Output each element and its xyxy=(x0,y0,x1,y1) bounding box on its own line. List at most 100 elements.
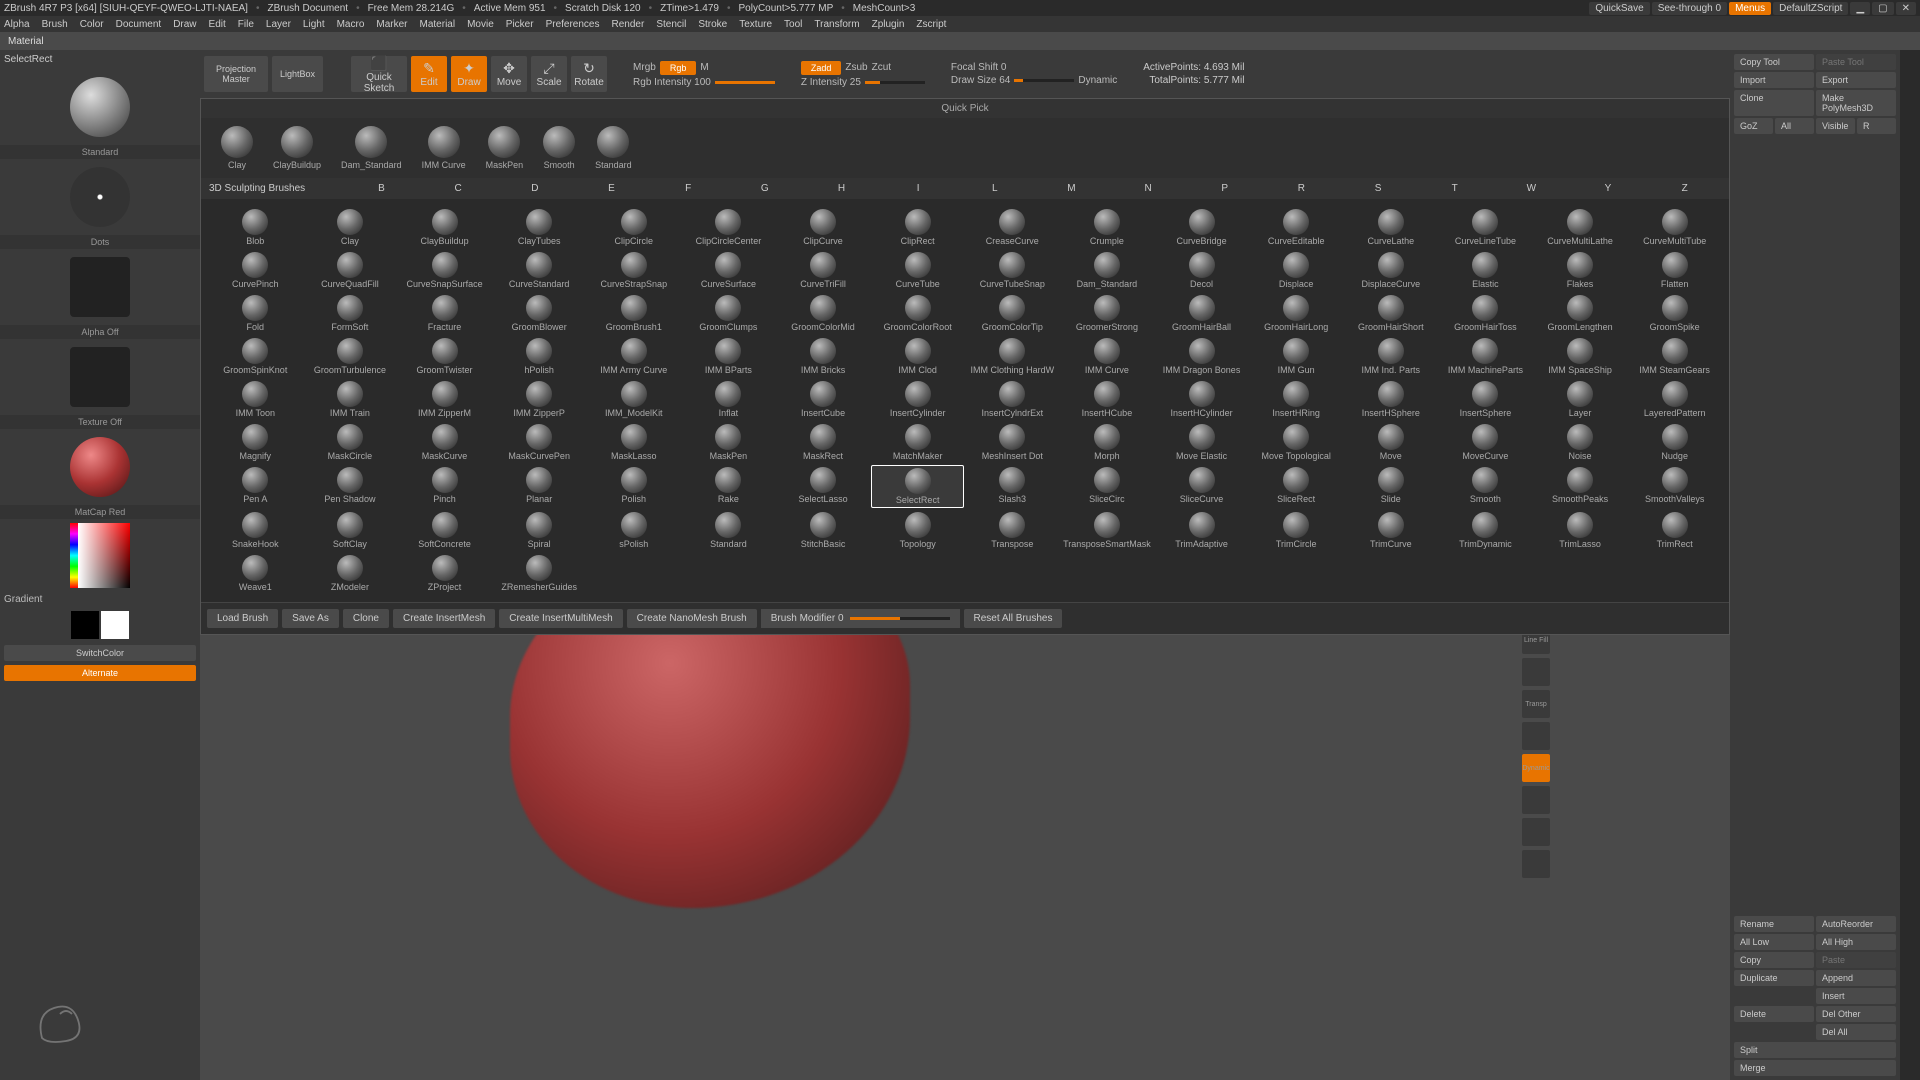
brush-insertcylinder[interactable]: InsertCylinder xyxy=(871,379,964,420)
brush-groomcolorroot[interactable]: GroomColorRoot xyxy=(871,293,964,334)
brush-pena[interactable]: Pen A xyxy=(209,465,302,508)
paste-subtool-button[interactable]: Paste xyxy=(1816,952,1896,968)
zadd-button[interactable]: Zadd xyxy=(801,61,842,75)
brush-slash3[interactable]: Slash3 xyxy=(966,465,1059,508)
brush-fracture[interactable]: Fracture xyxy=(398,293,491,334)
brush-transpose[interactable]: Transpose xyxy=(966,510,1059,551)
brush-curvepinch[interactable]: CurvePinch xyxy=(209,250,302,291)
menu-render[interactable]: Render xyxy=(612,19,645,30)
alpha-thumb[interactable] xyxy=(70,257,130,317)
brush-zremesherguides[interactable]: ZRemesherGuides xyxy=(493,553,586,594)
menu-transform[interactable]: Transform xyxy=(814,19,859,30)
switchcolor-button[interactable]: SwitchColor xyxy=(4,645,196,661)
alpha-F[interactable]: F xyxy=(652,183,725,194)
brush-claytubes[interactable]: ClayTubes xyxy=(493,207,586,248)
brush-slicecirc[interactable]: SliceCirc xyxy=(1061,465,1154,508)
material-label[interactable]: Material xyxy=(0,34,52,49)
alpha-W[interactable]: W xyxy=(1495,183,1568,194)
brush-selectrect[interactable]: SelectRect xyxy=(871,465,964,508)
brush-slide[interactable]: Slide xyxy=(1345,465,1438,508)
zcut-button[interactable]: Zcut xyxy=(872,62,891,73)
brush-penshadow[interactable]: Pen Shadow xyxy=(304,465,397,508)
menu-light[interactable]: Light xyxy=(303,19,325,30)
clone-brush-button[interactable]: Clone xyxy=(343,609,389,628)
brush-immtoon[interactable]: IMM Toon xyxy=(209,379,302,420)
menu-picker[interactable]: Picker xyxy=(506,19,534,30)
create-insertmultimesh-button[interactable]: Create InsertMultiMesh xyxy=(499,609,622,628)
alpha-Z[interactable]: Z xyxy=(1648,183,1721,194)
alpha-R[interactable]: R xyxy=(1265,183,1338,194)
scale-button[interactable]: ⤢Scale xyxy=(531,56,567,92)
brush-curvetube[interactable]: CurveTube xyxy=(871,250,964,291)
rgb-intensity-slider[interactable]: Rgb Intensity 100 xyxy=(633,77,711,88)
quickpick-maskpen[interactable]: MaskPen xyxy=(486,126,524,170)
brush-magnify[interactable]: Magnify xyxy=(209,422,302,463)
menu-stroke[interactable]: Stroke xyxy=(698,19,727,30)
brush-groombrush1[interactable]: GroomBrush1 xyxy=(588,293,681,334)
texture-thumb[interactable] xyxy=(70,347,130,407)
brush-zmodeler[interactable]: ZModeler xyxy=(304,553,397,594)
brush-morph[interactable]: Morph xyxy=(1061,422,1154,463)
brush-groomspike[interactable]: GroomSpike xyxy=(1628,293,1721,334)
alpha-T[interactable]: T xyxy=(1418,183,1491,194)
alpha-D[interactable]: D xyxy=(498,183,571,194)
delall-button[interactable]: Del All xyxy=(1816,1024,1896,1040)
brush-maskrect[interactable]: MaskRect xyxy=(777,422,870,463)
brush-nudge[interactable]: Nudge xyxy=(1628,422,1721,463)
brush-groomblower[interactable]: GroomBlower xyxy=(493,293,586,334)
brush-smooth[interactable]: Smooth xyxy=(1439,465,1532,508)
menu-preferences[interactable]: Preferences xyxy=(546,19,600,30)
quickpick-claybuildup[interactable]: ClayBuildup xyxy=(273,126,321,170)
seethrough-button[interactable]: See-through 0 xyxy=(1652,2,1727,15)
brush-immmodelkit[interactable]: IMM_ModelKit xyxy=(588,379,681,420)
quicksave-button[interactable]: QuickSave xyxy=(1589,2,1649,15)
alpha-S[interactable]: S xyxy=(1342,183,1415,194)
alpha-C[interactable]: C xyxy=(422,183,495,194)
brush-immgun[interactable]: IMM Gun xyxy=(1250,336,1343,377)
brush-cliprect[interactable]: ClipRect xyxy=(871,207,964,248)
quickpick-standard[interactable]: Standard xyxy=(595,126,632,170)
brush-weave1[interactable]: Weave1 xyxy=(209,553,302,594)
quicksketch-button[interactable]: ⬛Quick Sketch xyxy=(351,56,407,92)
brush-flatten[interactable]: Flatten xyxy=(1628,250,1721,291)
brush-immbparts[interactable]: IMM BParts xyxy=(682,336,775,377)
append-button[interactable]: Append xyxy=(1816,970,1896,986)
quickpick-dam_standard[interactable]: Dam_Standard xyxy=(341,126,402,170)
menu-brush[interactable]: Brush xyxy=(42,19,68,30)
brush-trimlasso[interactable]: TrimLasso xyxy=(1534,510,1627,551)
stroke-thumb[interactable] xyxy=(70,167,130,227)
quickpick-imm curve[interactable]: IMM Curve xyxy=(422,126,466,170)
brush-immsteamgears[interactable]: IMM SteamGears xyxy=(1628,336,1721,377)
brush-thumb[interactable] xyxy=(70,77,130,137)
lightbox-button[interactable]: LightBox xyxy=(272,56,323,92)
brush-maskcircle[interactable]: MaskCircle xyxy=(304,422,397,463)
brush-flakes[interactable]: Flakes xyxy=(1534,250,1627,291)
import-button[interactable]: Import xyxy=(1734,72,1814,88)
gradient-label[interactable]: Gradient xyxy=(0,592,200,607)
brush-rake[interactable]: Rake xyxy=(682,465,775,508)
alpha-Y[interactable]: Y xyxy=(1572,183,1645,194)
brush-inserthcube[interactable]: InsertHCube xyxy=(1061,379,1154,420)
brush-groomhairtoss[interactable]: GroomHairToss xyxy=(1439,293,1532,334)
alpha-I[interactable]: I xyxy=(882,183,955,194)
brush-immbricks[interactable]: IMM Bricks xyxy=(777,336,870,377)
brush-curvemultitube[interactable]: CurveMultiTube xyxy=(1628,207,1721,248)
brush-trimcircle[interactable]: TrimCircle xyxy=(1250,510,1343,551)
brush-meshinsertdot[interactable]: MeshInsert Dot xyxy=(966,422,1059,463)
dynamic-button[interactable]: Dynamic xyxy=(1078,75,1117,86)
m-button[interactable]: M xyxy=(700,62,708,73)
brush-immclod[interactable]: IMM Clod xyxy=(871,336,964,377)
brush-immdragonbones[interactable]: IMM Dragon Bones xyxy=(1155,336,1248,377)
brush-layeredpattern[interactable]: LayeredPattern xyxy=(1628,379,1721,420)
sidetool-tool8[interactable] xyxy=(1522,786,1550,814)
brush-curvesurface[interactable]: CurveSurface xyxy=(682,250,775,291)
focal-shift-slider[interactable]: Focal Shift 0 xyxy=(951,62,1007,73)
brush-clipcirclecenter[interactable]: ClipCircleCenter xyxy=(682,207,775,248)
goz-all-button[interactable]: All xyxy=(1775,118,1814,134)
menu-layer[interactable]: Layer xyxy=(266,19,291,30)
sidetool-tool6[interactable] xyxy=(1522,722,1550,750)
pastetool-button[interactable]: Paste Tool xyxy=(1816,54,1896,70)
sidetool-tool4[interactable] xyxy=(1522,658,1550,686)
menu-zscript[interactable]: Zscript xyxy=(916,19,946,30)
merge-button[interactable]: Merge xyxy=(1734,1060,1896,1076)
